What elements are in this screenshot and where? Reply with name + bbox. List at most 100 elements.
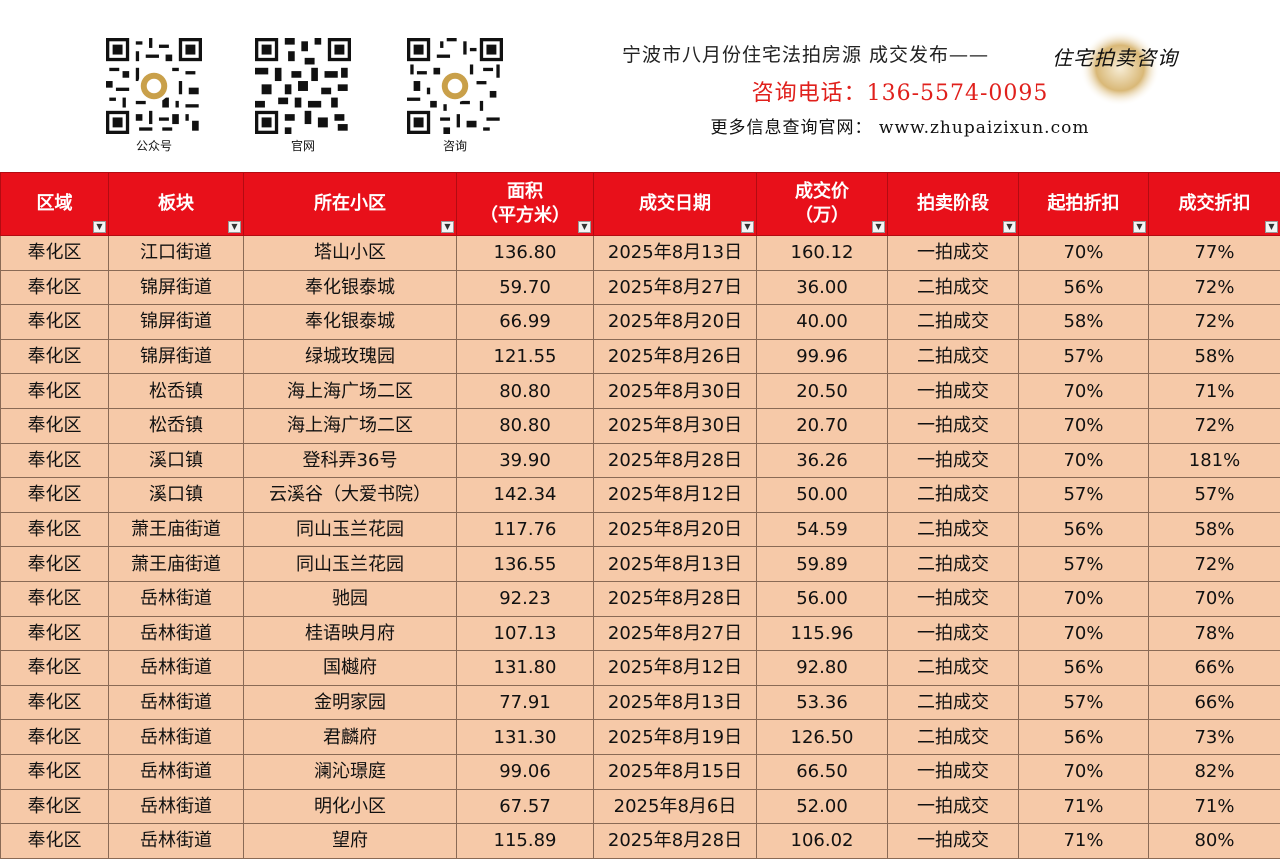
cell-stage[interactable]: 一拍成交 <box>887 442 1019 479</box>
column-header-price[interactable]: 成交价 （万） ▼ <box>756 172 888 236</box>
cell-block[interactable]: 溪口镇 <box>108 477 244 513</box>
cell-stage[interactable]: 一拍成交 <box>887 615 1019 652</box>
cell-community[interactable]: 云溪谷（大爱书院） <box>243 477 457 513</box>
filter-icon[interactable]: ▼ <box>872 221 885 233</box>
cell-block[interactable]: 岳林街道 <box>108 823 244 859</box>
cell-area[interactable]: 121.55 <box>456 338 594 375</box>
cell-community[interactable]: 奉化银泰城 <box>243 269 457 306</box>
table-row[interactable]: 奉化区 溪口镇 云溪谷（大爱书院） 142.34 2025年8月12日 50.00 二拍成交… <box>0 477 1280 513</box>
cell-stage[interactable]: 二拍成交 <box>887 684 1019 721</box>
cell-block[interactable]: 江口街道 <box>108 235 244 271</box>
table-row[interactable]: 奉化区 岳林街道 驰园 92.23 2025年8月28日 56.00 一拍成交 70% 70% <box>0 580 1280 617</box>
table-row[interactable]: 奉化区 松岙镇 海上海广场二区 80.80 2025年8月30日 20.70 一拍成交 70%… <box>0 407 1280 444</box>
cell-price[interactable]: 160.12 <box>756 235 888 271</box>
cell-community[interactable]: 绿城玫瑰园 <box>243 338 457 375</box>
filter-icon[interactable]: ▼ <box>1265 221 1278 233</box>
cell-block[interactable]: 松岙镇 <box>108 407 244 444</box>
column-header-date[interactable]: 成交日期 ▼ <box>593 172 757 236</box>
cell-district[interactable]: 奉化区 <box>0 338 109 375</box>
cell-area[interactable]: 142.34 <box>456 477 594 513</box>
cell-block[interactable]: 锦屏街道 <box>108 269 244 306</box>
cell-block[interactable]: 松岙镇 <box>108 373 244 409</box>
column-header-start-discount[interactable]: 起拍折扣 ▼ <box>1018 172 1149 236</box>
cell-date[interactable]: 2025年8月28日 <box>593 580 757 617</box>
cell-stage[interactable]: 一拍成交 <box>887 823 1019 859</box>
cell-start-discount[interactable]: 56% <box>1018 269 1149 306</box>
cell-start-discount[interactable]: 56% <box>1018 719 1149 755</box>
cell-start-discount[interactable]: 70% <box>1018 373 1149 409</box>
cell-community[interactable]: 君麟府 <box>243 719 457 755</box>
cell-stage[interactable]: 二拍成交 <box>887 304 1019 340</box>
table-row[interactable]: 奉化区 岳林街道 望府 115.89 2025年8月28日 106.02 一拍成交 71% 80… <box>0 823 1280 859</box>
cell-district[interactable]: 奉化区 <box>0 719 109 755</box>
cell-community[interactable]: 登科弄36号 <box>243 442 457 479</box>
cell-block[interactable]: 岳林街道 <box>108 684 244 721</box>
cell-community[interactable]: 奉化银泰城 <box>243 304 457 340</box>
filter-icon[interactable]: ▼ <box>93 221 106 233</box>
table-row[interactable]: 奉化区 萧王庙街道 同山玉兰花园 136.55 2025年8月13日 59.89 二拍成交 5… <box>0 546 1280 582</box>
cell-area[interactable]: 80.80 <box>456 407 594 444</box>
cell-price[interactable]: 54.59 <box>756 511 888 548</box>
cell-deal-discount[interactable]: 57% <box>1148 477 1280 513</box>
cell-community[interactable]: 驰园 <box>243 580 457 617</box>
table-row[interactable]: 奉化区 锦屏街道 奉化银泰城 66.99 2025年8月20日 40.00 二拍成交 58% 7… <box>0 304 1280 340</box>
cell-area[interactable]: 117.76 <box>456 511 594 548</box>
cell-area[interactable]: 99.06 <box>456 753 594 790</box>
cell-area[interactable]: 80.80 <box>456 373 594 409</box>
cell-area[interactable]: 59.70 <box>456 269 594 306</box>
cell-stage[interactable]: 一拍成交 <box>887 788 1019 825</box>
cell-date[interactable]: 2025年8月28日 <box>593 442 757 479</box>
cell-start-discount[interactable]: 58% <box>1018 304 1149 340</box>
cell-block[interactable]: 岳林街道 <box>108 719 244 755</box>
table-row[interactable]: 奉化区 岳林街道 澜沁璟庭 99.06 2025年8月15日 66.50 一拍成交 70% 82… <box>0 753 1280 790</box>
cell-district[interactable]: 奉化区 <box>0 823 109 859</box>
cell-district[interactable]: 奉化区 <box>0 511 109 548</box>
cell-district[interactable]: 奉化区 <box>0 304 109 340</box>
cell-area[interactable]: 107.13 <box>456 615 594 652</box>
cell-deal-discount[interactable]: 66% <box>1148 684 1280 721</box>
cell-community[interactable]: 桂语映月府 <box>243 615 457 652</box>
cell-area[interactable]: 77.91 <box>456 684 594 721</box>
table-row[interactable]: 奉化区 岳林街道 君麟府 131.30 2025年8月19日 126.50 二拍成交 56% 7… <box>0 719 1280 755</box>
cell-community[interactable]: 金明家园 <box>243 684 457 721</box>
cell-deal-discount[interactable]: 66% <box>1148 650 1280 686</box>
cell-district[interactable]: 奉化区 <box>0 373 109 409</box>
cell-stage[interactable]: 二拍成交 <box>887 269 1019 306</box>
cell-district[interactable]: 奉化区 <box>0 235 109 271</box>
cell-price[interactable]: 92.80 <box>756 650 888 686</box>
table-row[interactable]: 奉化区 溪口镇 登科弄36号 39.90 2025年8月28日 36.26 一拍成交 70% 1… <box>0 442 1280 479</box>
cell-price[interactable]: 106.02 <box>756 823 888 859</box>
cell-area[interactable]: 131.80 <box>456 650 594 686</box>
cell-stage[interactable]: 二拍成交 <box>887 650 1019 686</box>
column-header-stage[interactable]: 拍卖阶段 ▼ <box>887 172 1019 236</box>
cell-community[interactable]: 海上海广场二区 <box>243 407 457 444</box>
cell-date[interactable]: 2025年8月20日 <box>593 304 757 340</box>
cell-area[interactable]: 136.80 <box>456 235 594 271</box>
cell-community[interactable]: 海上海广场二区 <box>243 373 457 409</box>
cell-district[interactable]: 奉化区 <box>0 615 109 652</box>
cell-start-discount[interactable]: 71% <box>1018 788 1149 825</box>
cell-stage[interactable]: 一拍成交 <box>887 753 1019 790</box>
cell-price[interactable]: 52.00 <box>756 788 888 825</box>
cell-area[interactable]: 115.89 <box>456 823 594 859</box>
cell-community[interactable]: 澜沁璟庭 <box>243 753 457 790</box>
cell-start-discount[interactable]: 71% <box>1018 823 1149 859</box>
cell-start-discount[interactable]: 57% <box>1018 684 1149 721</box>
cell-block[interactable]: 萧王庙街道 <box>108 511 244 548</box>
qr-code-icon[interactable] <box>255 38 351 134</box>
cell-start-discount[interactable]: 70% <box>1018 580 1149 617</box>
cell-district[interactable]: 奉化区 <box>0 269 109 306</box>
cell-stage[interactable]: 一拍成交 <box>887 407 1019 444</box>
cell-area[interactable]: 136.55 <box>456 546 594 582</box>
cell-deal-discount[interactable]: 70% <box>1148 580 1280 617</box>
cell-start-discount[interactable]: 70% <box>1018 753 1149 790</box>
cell-date[interactable]: 2025年8月30日 <box>593 373 757 409</box>
cell-price[interactable]: 36.00 <box>756 269 888 306</box>
cell-start-discount[interactable]: 70% <box>1018 407 1149 444</box>
qr-code-icon[interactable] <box>106 38 202 134</box>
cell-deal-discount[interactable]: 78% <box>1148 615 1280 652</box>
cell-price[interactable]: 66.50 <box>756 753 888 790</box>
cell-stage[interactable]: 二拍成交 <box>887 719 1019 755</box>
cell-block[interactable]: 萧王庙街道 <box>108 546 244 582</box>
cell-price[interactable]: 126.50 <box>756 719 888 755</box>
